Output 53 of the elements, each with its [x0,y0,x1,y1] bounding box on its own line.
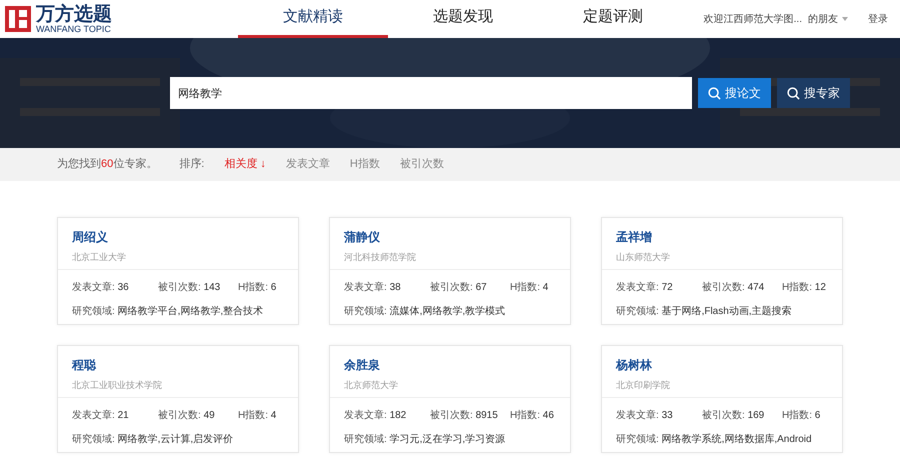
expert-org: 北京工业大学 [72,251,127,264]
stat-text: H指数: 4 [510,280,548,295]
stat-text: 被引次数: 49 [158,408,216,423]
expert-org: 河北科技师范学院 [344,251,417,264]
stat-text: H指数: 46 [510,408,554,423]
stat-text: H指数: 12 [782,280,826,295]
login-link[interactable]: 登录 [868,12,888,26]
stat-text: 发表文章: 36 [72,280,130,295]
expert-name[interactable]: 孟祥增 [616,228,828,246]
expert-org: 北京工业职业技术学院 [72,379,163,392]
result-count: 为您找到60位专家。 [57,156,158,172]
search-button[interactable]: 搜论文 [698,78,771,108]
caret-icon [842,17,848,21]
nav-tab[interactable]: 选题发现 [388,0,538,38]
expert-name[interactable]: 余胜泉 [344,356,556,374]
stat-text: 被引次数: 169 [702,408,766,423]
research-field: 研究领域: 流媒体,网络教学,教学模式 [344,304,556,319]
research-field: 研究领域: 学习元,泛在学习,学习资源 [344,432,556,447]
stat-text: 发表文章: 72 [616,280,674,295]
sort-label: 排序: [179,156,204,172]
logo-icon [4,5,32,33]
nav-tab[interactable]: 定题评测 [538,0,688,38]
search-icon [708,86,721,100]
stat-text: H指数: 6 [238,280,276,295]
search-button[interactable]: 搜专家 [777,78,850,108]
sort-option[interactable]: 相关度 ↓ [224,156,266,173]
stat-text: 被引次数: 143 [158,280,222,295]
research-field: 研究领域: 网络教学系统,网络数据库,Android [616,432,828,447]
research-field: 研究领域: 网络教学,云计算,启发评价 [72,432,284,447]
stat-text: 发表文章: 21 [72,408,130,423]
expert-name[interactable]: 程聪 [72,356,284,374]
research-field: 研究领域: 基于网络,Flash动画,主题搜索 [616,304,828,319]
search-icon [787,86,800,100]
stat-text: 发表文章: 182 [344,408,408,423]
logo-title: 万方选题 [36,4,112,24]
stat-text: 发表文章: 38 [344,280,402,295]
stat-text: 发表文章: 33 [616,408,674,423]
expert-org: 北京印刷学院 [616,379,671,392]
search-field[interactable]: 网络教学 [170,77,692,109]
research-field: 研究领域: 网络教学平台,网络教学,整合技术 [72,304,284,319]
stat-text: 被引次数: 67 [430,280,488,295]
stat-text: 被引次数: 474 [702,280,766,295]
stat-text: H指数: 4 [238,408,276,423]
user-menu[interactable]: 的朋友 [808,12,848,26]
logo-subtitle: WANFANG TOPIC [36,24,112,34]
expert-name[interactable]: 周绍义 [72,228,284,246]
expert-name[interactable]: 蒲静仪 [344,228,556,246]
expert-org: 北京师范大学 [344,379,399,392]
stat-text: H指数: 6 [782,408,820,423]
expert-name[interactable]: 杨树林 [616,356,828,374]
stat-text: 被引次数: 8915 [430,408,499,423]
expert-org: 山东师范大学 [616,251,671,264]
welcome-text: 欢迎江西师范大学图... [704,12,802,26]
